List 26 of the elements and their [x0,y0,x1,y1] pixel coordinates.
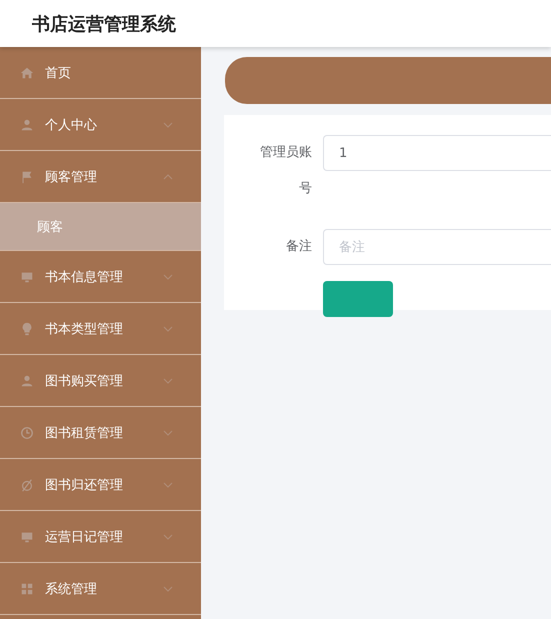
menu-item[interactable]: 图书购买管理 [0,355,201,407]
menu-item[interactable]: 系统管理 [0,563,201,615]
menu-item[interactable]: 运营日记管理 [0,511,201,563]
field-label: 备注 [285,238,312,256]
person-icon [20,374,34,388]
monitor-icon [20,270,34,284]
app-title: 书店运营管理系统 [32,12,176,36]
action-button[interactable] [323,281,393,317]
grid-icon [20,582,34,596]
flag-icon [20,170,34,184]
person-icon [20,118,34,132]
menu-item[interactable]: 个人中心 [0,99,201,151]
clock-icon [20,426,34,440]
menu-item[interactable]: 书本类型管理 [0,303,201,355]
menu-item[interactable]: 图书租赁管理 [0,407,201,459]
menu-item[interactable]: 首页 [0,47,201,99]
input-field[interactable]: 备注 [323,229,551,265]
slash-icon [20,478,34,492]
input-field[interactable]: 1 [323,135,551,171]
bulb-icon [20,322,34,336]
monitor-icon [20,530,34,544]
menu-item[interactable]: 书本信息管理 [0,251,201,303]
menu-item[interactable]: 图书归还管理 [0,459,201,511]
field-label: 管理员账号 [259,144,312,198]
home-icon [20,66,34,80]
submenu-item[interactable]: 顾客 [0,203,201,251]
